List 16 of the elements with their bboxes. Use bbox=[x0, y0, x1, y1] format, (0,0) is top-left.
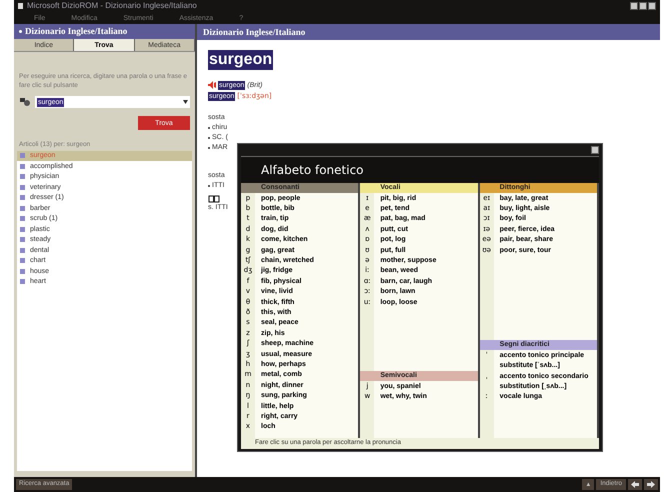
book-icon[interactable] bbox=[208, 195, 220, 203]
app-icon bbox=[18, 3, 23, 9]
speaker-icon[interactable] bbox=[208, 81, 216, 89]
dropdown-arrow-icon[interactable] bbox=[183, 100, 188, 104]
headword: surgeon bbox=[208, 50, 274, 70]
previous-button[interactable] bbox=[628, 479, 642, 490]
collapse-icon[interactable] bbox=[19, 30, 22, 33]
content-header: Dizionario Inglese/Italiano bbox=[197, 24, 660, 40]
minimize-button[interactable] bbox=[630, 2, 638, 10]
next-button[interactable] bbox=[644, 479, 658, 490]
close-button[interactable] bbox=[591, 146, 599, 154]
maximize-button[interactable] bbox=[639, 2, 647, 10]
close-button[interactable] bbox=[648, 2, 656, 10]
window-title: Microsoft DizioROM - Dizionario Inglese/Italiano bbox=[27, 2, 197, 10]
dialog-title: Alfabeto fonetico bbox=[261, 164, 364, 176]
panel-title: Dizionario Inglese/Italiano bbox=[25, 27, 128, 36]
